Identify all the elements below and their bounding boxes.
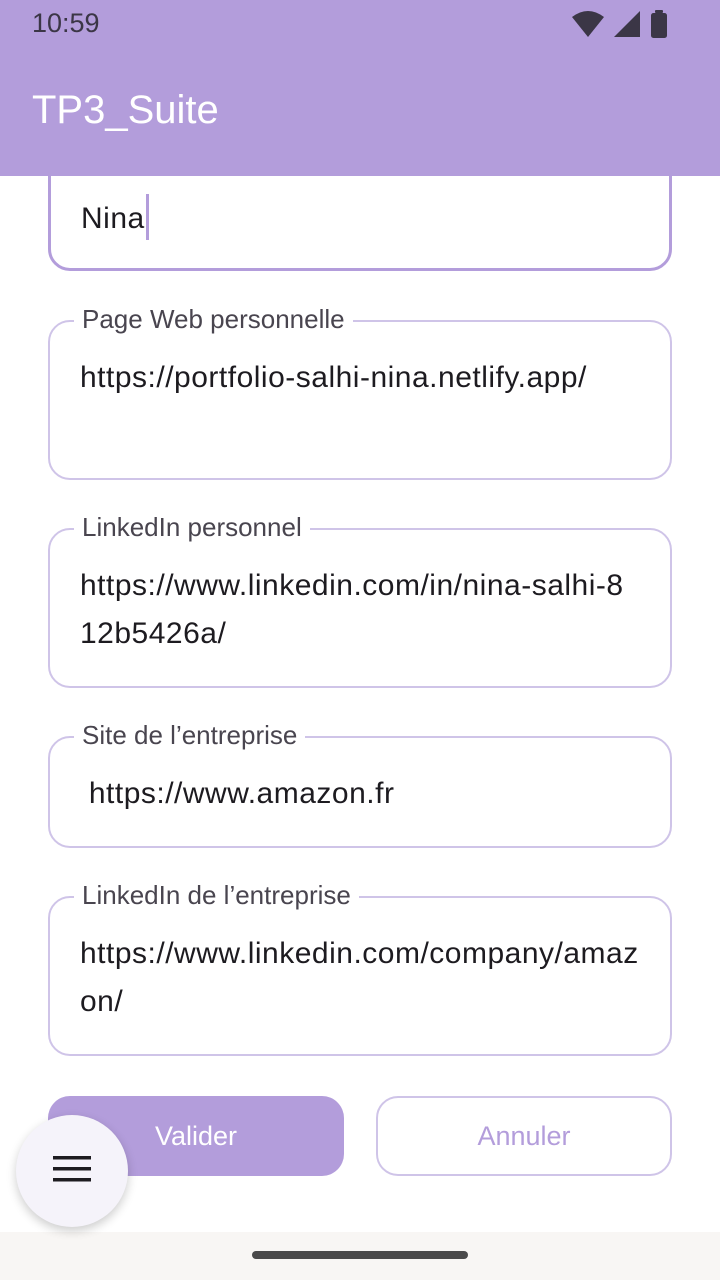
battery-icon (650, 10, 668, 43)
text-cursor (145, 194, 149, 241)
cancel-button[interactable]: Annuler (376, 1096, 672, 1176)
name-field-value: Nina (81, 202, 145, 235)
status-icons (572, 10, 668, 43)
cell-signal-icon (614, 11, 640, 42)
company-site-field[interactable]: Site de l’entreprise https://www.amazon.… (48, 720, 672, 848)
personal-linkedin-field[interactable]: LinkedIn personnel https://www.linkedin.… (48, 512, 672, 688)
company-linkedin-field[interactable]: LinkedIn de l’entreprise https://www.lin… (48, 880, 672, 1056)
personal-website-field[interactable]: Page Web personnelle https://portfolio-s… (48, 304, 672, 480)
app-bar: 10:59 TP3_Suite (0, 0, 720, 176)
hamburger-menu-icon (53, 1155, 91, 1187)
company-site-value: https://www.amazon.fr (80, 777, 395, 810)
app-title: TP3_Suite (32, 88, 219, 132)
company-linkedin-label: LinkedIn de l’entreprise (74, 880, 359, 911)
system-nav-bar (0, 1232, 720, 1280)
company-linkedin-value: https://www.linkedin.com/company/amazon/ (80, 937, 639, 1018)
personal-website-label: Page Web personnelle (74, 304, 353, 335)
personal-website-value: https://portfolio-salhi-nina.netlify.app… (80, 361, 587, 394)
company-site-label: Site de l’entreprise (74, 720, 306, 751)
status-time: 10:59 (32, 8, 100, 38)
personal-linkedin-label: LinkedIn personnel (74, 512, 310, 543)
menu-fab-button[interactable] (16, 1115, 128, 1227)
home-gesture-handle[interactable] (252, 1251, 468, 1259)
personal-linkedin-value: https://www.linkedin.com/in/nina-salhi-8… (80, 569, 624, 650)
wifi-icon (572, 11, 604, 42)
